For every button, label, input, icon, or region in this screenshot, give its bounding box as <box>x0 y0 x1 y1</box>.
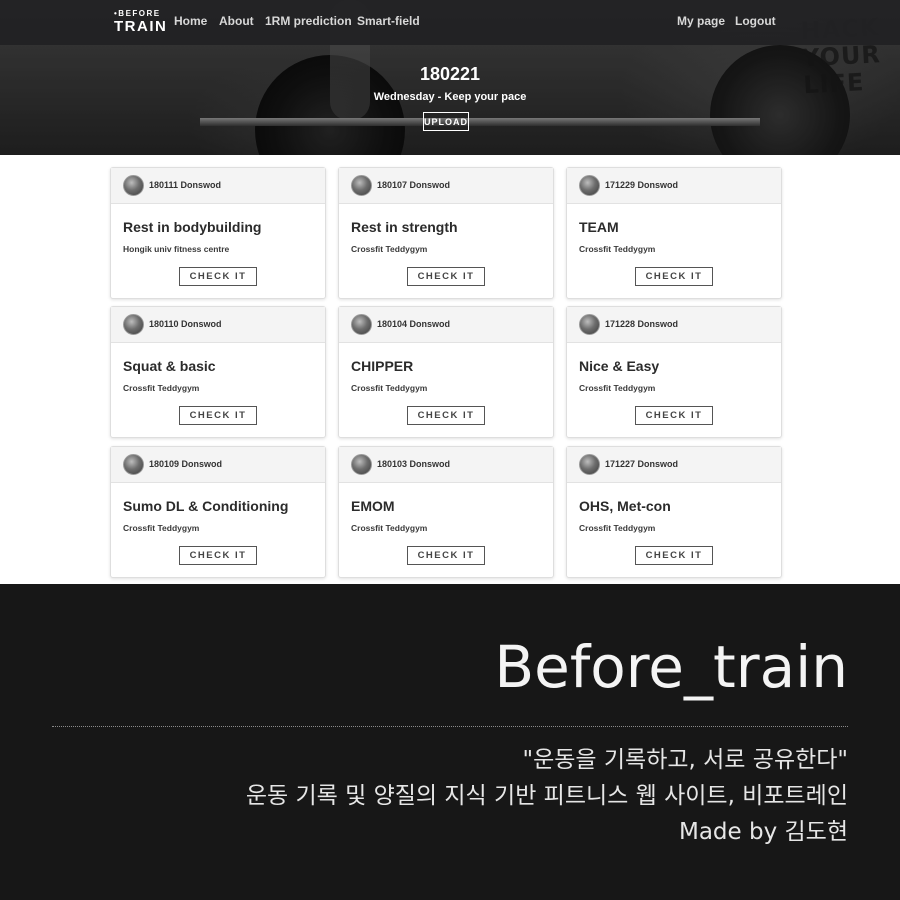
card-title: CHIPPER <box>351 358 414 374</box>
check-it-button[interactable]: CHECK IT <box>407 267 485 286</box>
card-gym: Crossfit Teddygym <box>579 383 656 393</box>
nav-logout-link[interactable]: Logout <box>735 13 776 29</box>
project-description: 운동 기록 및 양질의 지식 기반 피트니스 웹 사이트, 비포트레인 <box>245 783 848 809</box>
card-author: 180107 Donswod <box>377 180 451 190</box>
check-it-button[interactable]: CHECK IT <box>407 406 485 425</box>
card-author: 171228 Donswod <box>605 319 679 329</box>
card-gym: Crossfit Teddygym <box>579 523 656 533</box>
card-title: Nice & Easy <box>579 358 660 374</box>
nav-about-link[interactable]: About <box>219 13 254 29</box>
workout-card: 180103 Donswod EMOM Crossfit Teddygym CH… <box>338 446 554 578</box>
card-title: Squat & basic <box>123 358 216 374</box>
workout-card: 180109 Donswod Sumo DL & Conditioning Cr… <box>110 446 326 578</box>
workout-card: 180110 Donswod Squat & basic Crossfit Te… <box>110 306 326 438</box>
card-author: 180109 Donswod <box>149 459 223 469</box>
user-avatar[interactable] <box>579 454 600 475</box>
card-title: TEAM <box>579 219 619 235</box>
check-it-button[interactable]: CHECK IT <box>179 406 257 425</box>
card-author: 171229 Donswod <box>605 180 679 190</box>
hero-date: 180221 <box>419 64 481 84</box>
card-header: 180104 Donswod <box>339 307 553 343</box>
card-header: 180111 Donswod <box>111 168 325 204</box>
top-navbar: •BEFORE TRAIN Home About 1RM prediction … <box>0 0 900 45</box>
project-slogan: "운동을 기록하고, 서로 공유한다" <box>522 747 848 773</box>
user-avatar[interactable] <box>123 175 144 196</box>
project-author: Made by 김도현 <box>678 819 848 845</box>
user-avatar[interactable] <box>351 314 372 335</box>
workout-card-grid: 180111 Donswod Rest in bodybuilding Hong… <box>0 155 900 584</box>
card-author: 180110 Donswod <box>149 319 222 329</box>
workout-card: 180107 Donswod Rest in strength Crossfit… <box>338 167 554 299</box>
nav-home-link[interactable]: Home <box>174 13 207 29</box>
card-title: Rest in bodybuilding <box>123 219 262 235</box>
workout-card: 180111 Donswod Rest in bodybuilding Hong… <box>110 167 326 299</box>
card-gym: Crossfit Teddygym <box>579 244 656 254</box>
check-it-button[interactable]: CHECK IT <box>179 267 257 286</box>
user-avatar[interactable] <box>123 454 144 475</box>
before-train-logo[interactable]: •BEFORE TRAIN <box>114 9 168 35</box>
dotted-divider <box>52 726 848 727</box>
check-it-button[interactable]: CHECK IT <box>635 406 713 425</box>
card-header: 180109 Donswod <box>111 447 325 483</box>
card-header: 171229 Donswod <box>567 168 781 204</box>
workout-card: 171228 Donswod Nice & Easy Crossfit Tedd… <box>566 306 782 438</box>
card-gym: Crossfit Teddygym <box>351 523 428 533</box>
card-author: 180103 Donswod <box>377 459 451 469</box>
workout-card: 180104 Donswod CHIPPER Crossfit Teddygym… <box>338 306 554 438</box>
user-avatar[interactable] <box>579 314 600 335</box>
card-title: Sumo DL & Conditioning <box>123 498 289 514</box>
workout-card: 171227 Donswod OHS, Met-con Crossfit Ted… <box>566 446 782 578</box>
check-it-button[interactable]: CHECK IT <box>635 546 713 565</box>
nav-smart-field-link[interactable]: Smart-field <box>357 13 420 29</box>
user-avatar[interactable] <box>351 175 372 196</box>
hero-subtitle: Wednesday - Keep your pace <box>373 91 527 103</box>
nav-1rm-prediction-link[interactable]: 1RM prediction <box>265 13 352 29</box>
card-gym: Crossfit Teddygym <box>123 523 200 533</box>
check-it-button[interactable]: CHECK IT <box>635 267 713 286</box>
card-header: 180103 Donswod <box>339 447 553 483</box>
card-gym: Crossfit Teddygym <box>351 244 428 254</box>
card-header: 171227 Donswod <box>567 447 781 483</box>
upload-button[interactable]: UPLOAD <box>423 112 469 131</box>
card-author: 171227 Donswod <box>605 459 679 469</box>
card-author: 180111 Donswod <box>149 180 222 190</box>
card-author: 180104 Donswod <box>377 319 451 329</box>
card-header: 180110 Donswod <box>111 307 325 343</box>
workout-card: 171229 Donswod TEAM Crossfit Teddygym CH… <box>566 167 782 299</box>
project-caption-panel: Before_train "운동을 기록하고, 서로 공유한다" 운동 기록 및… <box>0 584 900 900</box>
card-title: EMOM <box>351 498 395 514</box>
user-avatar[interactable] <box>579 175 600 196</box>
check-it-button[interactable]: CHECK IT <box>179 546 257 565</box>
user-avatar[interactable] <box>351 454 372 475</box>
card-gym: Crossfit Teddygym <box>123 383 200 393</box>
card-header: 171228 Donswod <box>567 307 781 343</box>
hero-banner: HACK YOUR LIFE •BEFORE TRAIN Home About … <box>0 0 900 155</box>
card-title: OHS, Met-con <box>579 498 671 514</box>
card-gym: Hongik univ fitness centre <box>123 244 230 254</box>
nav-my-page-link[interactable]: My page <box>677 13 725 29</box>
user-avatar[interactable] <box>123 314 144 335</box>
card-header: 180107 Donswod <box>339 168 553 204</box>
card-gym: Crossfit Teddygym <box>351 383 428 393</box>
card-title: Rest in strength <box>351 219 458 235</box>
check-it-button[interactable]: CHECK IT <box>407 546 485 565</box>
logo-bottom-text: TRAIN <box>114 18 168 35</box>
project-title: Before_train <box>494 633 848 701</box>
